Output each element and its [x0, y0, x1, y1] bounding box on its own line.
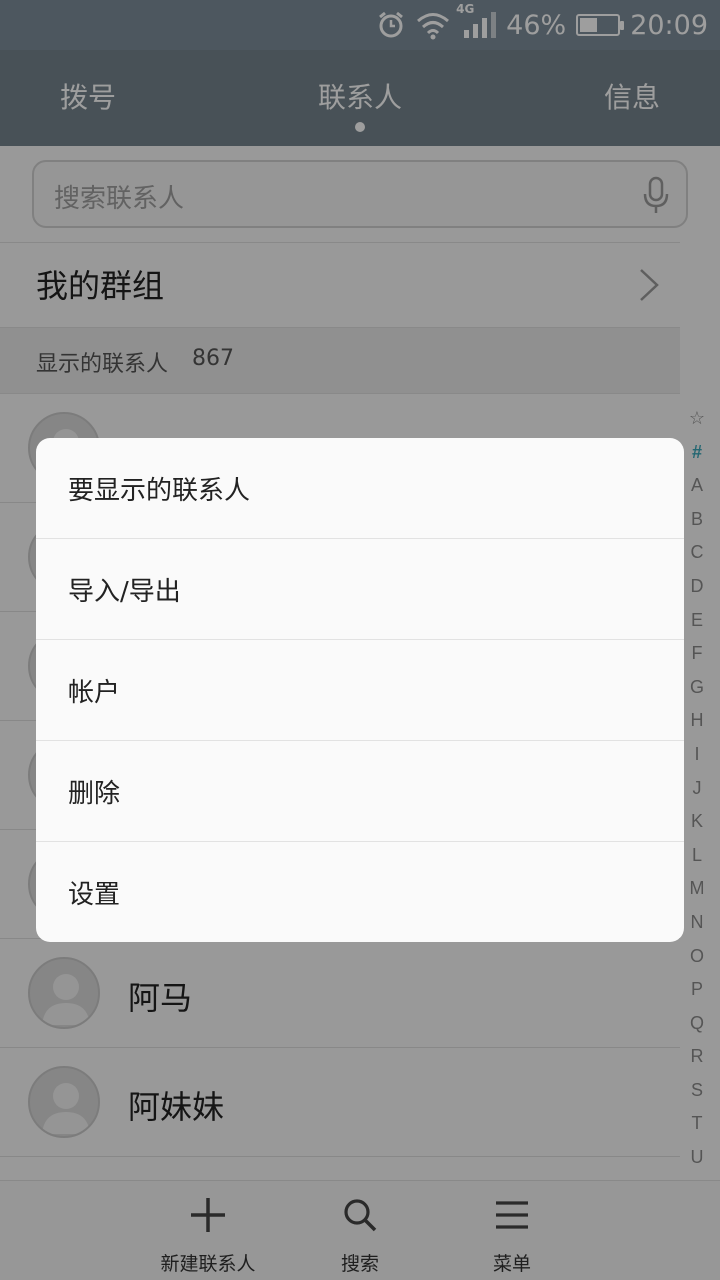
menu-item-import-export[interactable]: 导入/导出 — [36, 539, 684, 640]
menu-item-contacts-to-display[interactable]: 要显示的联系人 — [36, 438, 684, 539]
menu-item-label: 导入/导出 — [68, 577, 181, 607]
menu-item-label: 要显示的联系人 — [68, 476, 251, 506]
menu-item-label: 设置 — [68, 880, 121, 910]
options-popup-menu: 要显示的联系人 导入/导出 帐户 删除 设置 — [36, 438, 684, 942]
menu-item-label: 帐户 — [68, 678, 121, 708]
menu-item-settings[interactable]: 设置 — [36, 842, 684, 942]
menu-item-label: 删除 — [68, 779, 121, 809]
menu-item-delete[interactable]: 删除 — [36, 741, 684, 842]
menu-item-accounts[interactable]: 帐户 — [36, 640, 684, 741]
